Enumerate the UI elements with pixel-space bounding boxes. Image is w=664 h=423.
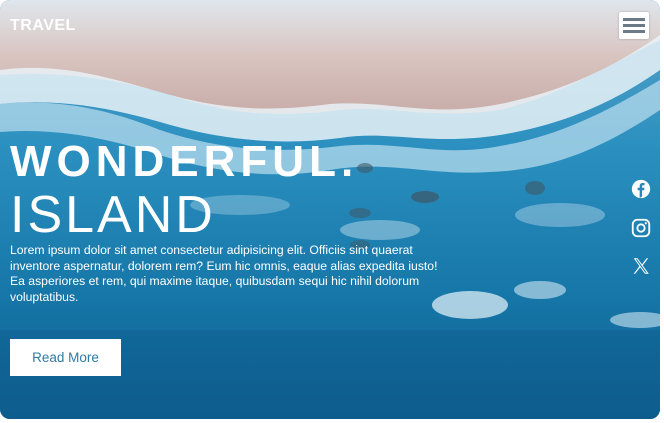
read-more-button[interactable]: Read More [10, 339, 121, 376]
instagram-link[interactable] [630, 217, 652, 239]
facebook-link[interactable] [630, 178, 652, 200]
instagram-icon [631, 218, 651, 238]
x-link[interactable] [630, 255, 652, 277]
facebook-icon [631, 179, 651, 199]
brand-logo[interactable]: TRAVEL [10, 17, 76, 35]
menu-button[interactable] [619, 12, 649, 39]
hero-title-line2: ISLAND [10, 186, 216, 244]
x-icon [633, 258, 649, 274]
hero-description: Lorem ipsum dolor sit amet consectetur a… [10, 243, 438, 304]
hero-section: TRAVEL WONDERFUL. ISLAND Lorem ipsum dol… [0, 0, 660, 419]
hero-title-line1: WONDERFUL. [10, 137, 359, 186]
